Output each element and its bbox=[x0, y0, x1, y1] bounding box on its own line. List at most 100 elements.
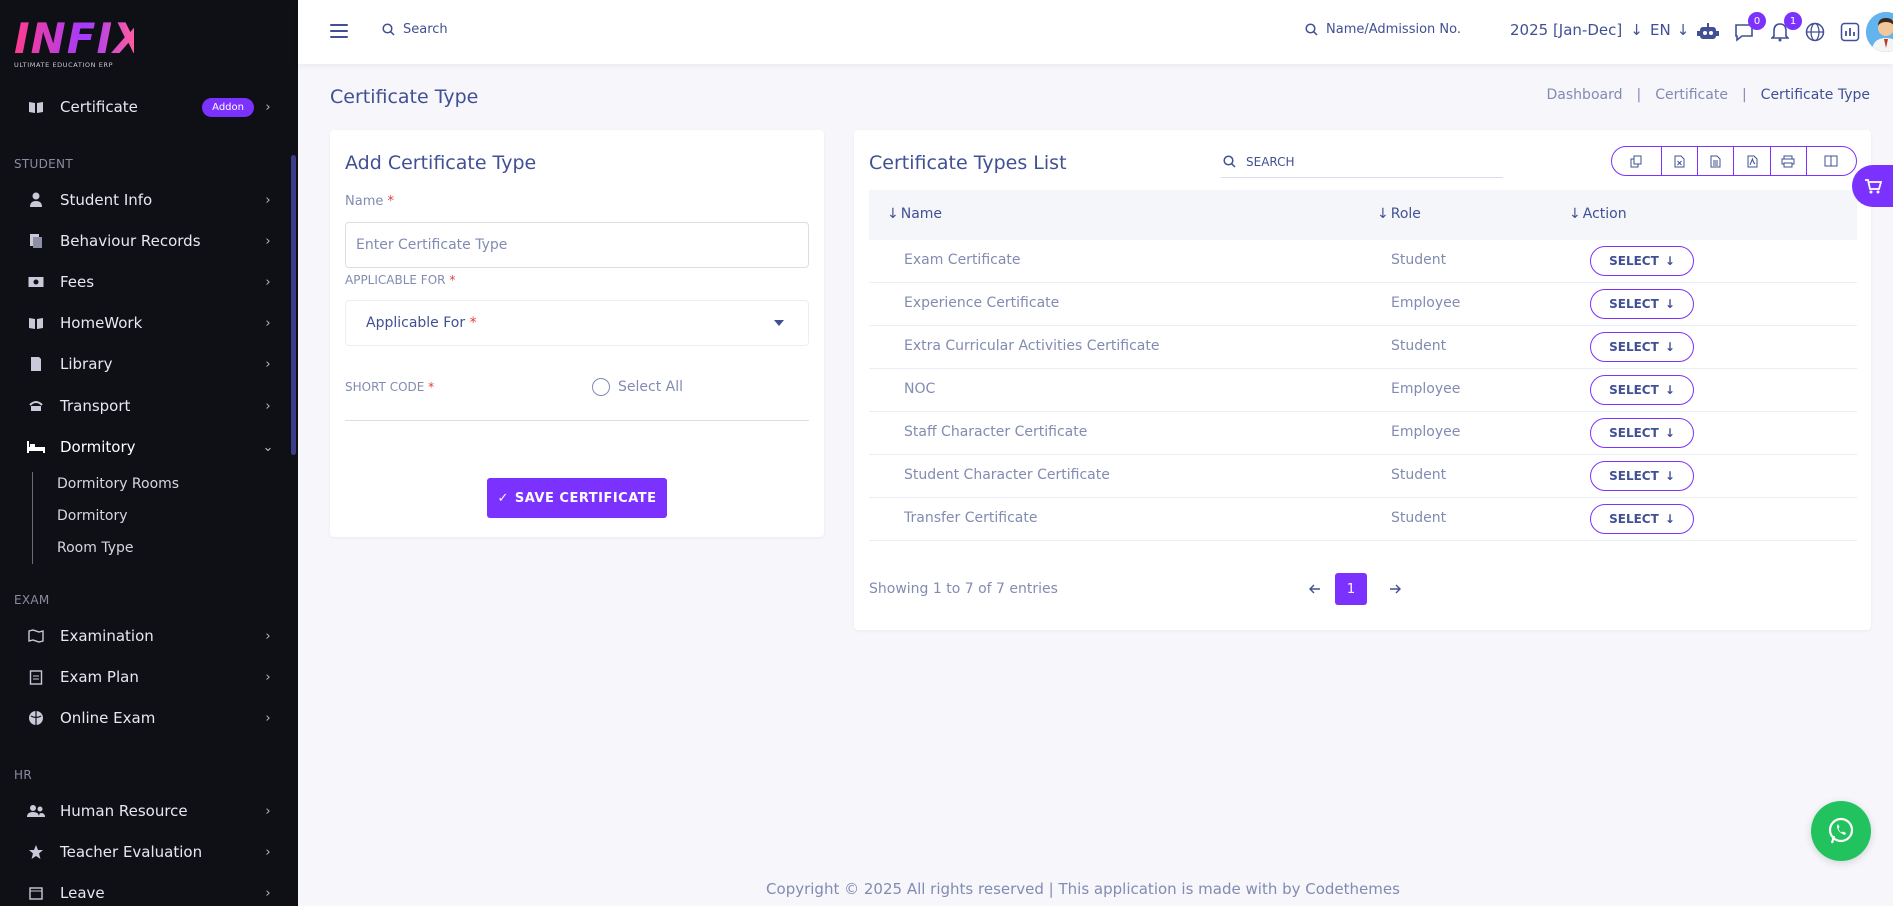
list-search-input[interactable]: SEARCH bbox=[1221, 146, 1503, 178]
sidebar-scrollbar[interactable] bbox=[291, 155, 296, 455]
select-button-label: SELECT bbox=[1609, 383, 1659, 397]
arrow-down-icon: ↓ bbox=[1676, 21, 1690, 39]
required-mark: * bbox=[469, 315, 477, 331]
language-value: EN bbox=[1650, 21, 1671, 39]
applicable-select-value: Applicable For bbox=[366, 315, 466, 331]
arrow-down-icon: ↓ bbox=[1664, 340, 1675, 354]
certificate-types-list-card: Certificate Types List SEARCH ↓ Name ↓ Rol… bbox=[854, 130, 1871, 630]
sidebar-item-certificate[interactable]: Certificate Addon › bbox=[0, 90, 292, 124]
sidebar-item-library[interactable]: Library › bbox=[0, 347, 292, 381]
list-title: Certificate Types List bbox=[869, 152, 1067, 174]
cell-name: Transfer Certificate bbox=[904, 510, 1038, 526]
sidebar-item-online-exam[interactable]: Online Exam › bbox=[0, 701, 292, 735]
star-icon bbox=[26, 842, 46, 862]
sidebar-item-teacher-evaluation[interactable]: Teacher Evaluation › bbox=[0, 835, 292, 869]
breadcrumb-certificate[interactable]: Certificate bbox=[1655, 87, 1728, 103]
sidebar-item-transport[interactable]: Transport › bbox=[0, 389, 292, 423]
arrow-down-icon: ↓ bbox=[1664, 383, 1675, 397]
chevron-right-icon: › bbox=[265, 628, 271, 644]
sidebar-item-leave[interactable]: Leave › bbox=[0, 876, 292, 906]
logo[interactable]: INFIX ULTIMATE EDUCATION ERP bbox=[14, 16, 145, 72]
sidebar-item-human-resource[interactable]: Human Resource › bbox=[0, 794, 292, 828]
message-icon[interactable]: 0 bbox=[1732, 12, 1766, 44]
submenu-item-room-type[interactable]: Room Type bbox=[57, 540, 133, 556]
topbar: Search Name/Admission No. 2025 [Jan-Dec]… bbox=[298, 0, 1893, 64]
select-button[interactable]: SELECT ↓ bbox=[1590, 246, 1694, 276]
globe-icon[interactable] bbox=[1803, 20, 1827, 44]
language-select[interactable]: EN ↓ bbox=[1650, 21, 1689, 39]
sidebar-item-label: Transport bbox=[60, 397, 131, 415]
academic-year-select[interactable]: 2025 [Jan-Dec] ↓ bbox=[1510, 21, 1643, 39]
search-icon bbox=[1305, 23, 1318, 36]
column-header-role[interactable]: ↓ Role bbox=[1377, 206, 1421, 222]
breadcrumb-separator: | bbox=[1636, 87, 1642, 103]
column-header-name[interactable]: ↓ Name bbox=[887, 206, 942, 222]
sidebar-item-behaviour-records[interactable]: Behaviour Records › bbox=[0, 224, 292, 258]
required-mark: * bbox=[428, 380, 435, 394]
sidebar-item-fees[interactable]: Fees › bbox=[0, 265, 292, 299]
short-code-label-text: SHORT CODE bbox=[345, 380, 425, 394]
submenu-item-dormitory[interactable]: Dormitory bbox=[57, 508, 127, 524]
pagination-page-1[interactable]: 1 bbox=[1335, 573, 1367, 605]
excel-export-button[interactable] bbox=[1662, 147, 1699, 175]
admission-search[interactable]: Name/Admission No. bbox=[1305, 22, 1461, 37]
map-icon bbox=[26, 626, 46, 646]
select-button[interactable]: SELECT ↓ bbox=[1590, 418, 1694, 448]
whatsapp-button[interactable] bbox=[1811, 801, 1871, 861]
messages-badge: 0 bbox=[1748, 12, 1766, 30]
select-button[interactable]: SELECT ↓ bbox=[1590, 332, 1694, 362]
save-certificate-button[interactable]: ✓ SAVE CERTIFICATE bbox=[487, 478, 667, 518]
sidebar-item-homework[interactable]: HomeWork › bbox=[0, 306, 292, 340]
arrow-down-icon: ↓ bbox=[1630, 21, 1643, 39]
admission-search-label: Name/Admission No. bbox=[1326, 22, 1461, 37]
sidebar-item-student-info[interactable]: Student Info › bbox=[0, 183, 292, 217]
columns-icon bbox=[1824, 155, 1838, 167]
breadcrumb-dashboard[interactable]: Dashboard bbox=[1547, 87, 1623, 103]
records-icon bbox=[26, 231, 46, 251]
top-search[interactable]: Search bbox=[382, 22, 448, 37]
pagination-next[interactable] bbox=[1385, 579, 1405, 599]
arrow-right-icon bbox=[1390, 584, 1401, 594]
user-icon bbox=[26, 190, 46, 210]
pagination-prev[interactable] bbox=[1305, 579, 1325, 599]
addon-badge: Addon bbox=[202, 97, 254, 117]
menu-toggle-icon[interactable] bbox=[330, 24, 348, 40]
copy-button[interactable] bbox=[1612, 147, 1663, 175]
bus-icon bbox=[26, 396, 46, 416]
name-input-placeholder: Enter Certificate Type bbox=[356, 237, 508, 253]
user-avatar[interactable] bbox=[1866, 12, 1893, 52]
select-button[interactable]: SELECT ↓ bbox=[1590, 375, 1694, 405]
sidebar-item-label: Library bbox=[60, 355, 113, 373]
sidebar-item-label: Certificate bbox=[60, 98, 138, 116]
select-button[interactable]: SELECT ↓ bbox=[1590, 289, 1694, 319]
chevron-right-icon: › bbox=[265, 315, 271, 331]
applicable-for-select[interactable]: Applicable For * bbox=[345, 300, 809, 346]
cart-side-tab[interactable] bbox=[1852, 165, 1893, 207]
select-all-radio[interactable]: Select All bbox=[592, 378, 683, 396]
table-header: ↓ Name ↓ Role ↓ Action bbox=[869, 190, 1857, 240]
pdf-export-button[interactable] bbox=[1734, 147, 1771, 175]
required-mark: * bbox=[387, 194, 395, 209]
chevron-right-icon: › bbox=[265, 192, 271, 208]
columns-button[interactable] bbox=[1807, 147, 1856, 175]
add-certificate-type-card: Add Certificate Type Name * Enter Certif… bbox=[330, 130, 824, 537]
submenu-item-dormitory-rooms[interactable]: Dormitory Rooms bbox=[57, 476, 179, 492]
select-button-label: SELECT bbox=[1609, 426, 1659, 440]
caret-down-icon bbox=[774, 320, 784, 326]
robot-icon[interactable] bbox=[1696, 20, 1720, 44]
money-icon bbox=[26, 272, 46, 292]
sidebar-item-examination[interactable]: Examination › bbox=[0, 619, 292, 653]
book-open-icon bbox=[26, 97, 46, 117]
print-button[interactable] bbox=[1771, 147, 1807, 175]
sidebar-item-dormitory[interactable]: Dormitory ⌄ bbox=[0, 430, 292, 464]
chevron-right-icon: › bbox=[265, 885, 271, 901]
column-header-action[interactable]: ↓ Action bbox=[1569, 206, 1627, 222]
select-button[interactable]: SELECT ↓ bbox=[1590, 504, 1694, 534]
sidebar-item-exam-plan[interactable]: Exam Plan › bbox=[0, 660, 292, 694]
bell-icon[interactable]: 1 bbox=[1768, 12, 1802, 44]
csv-export-button[interactable] bbox=[1698, 147, 1735, 175]
select-button[interactable]: SELECT ↓ bbox=[1590, 461, 1694, 491]
name-input[interactable]: Enter Certificate Type bbox=[345, 222, 809, 268]
chart-icon[interactable] bbox=[1838, 20, 1862, 44]
save-button-label: SAVE CERTIFICATE bbox=[514, 490, 657, 506]
